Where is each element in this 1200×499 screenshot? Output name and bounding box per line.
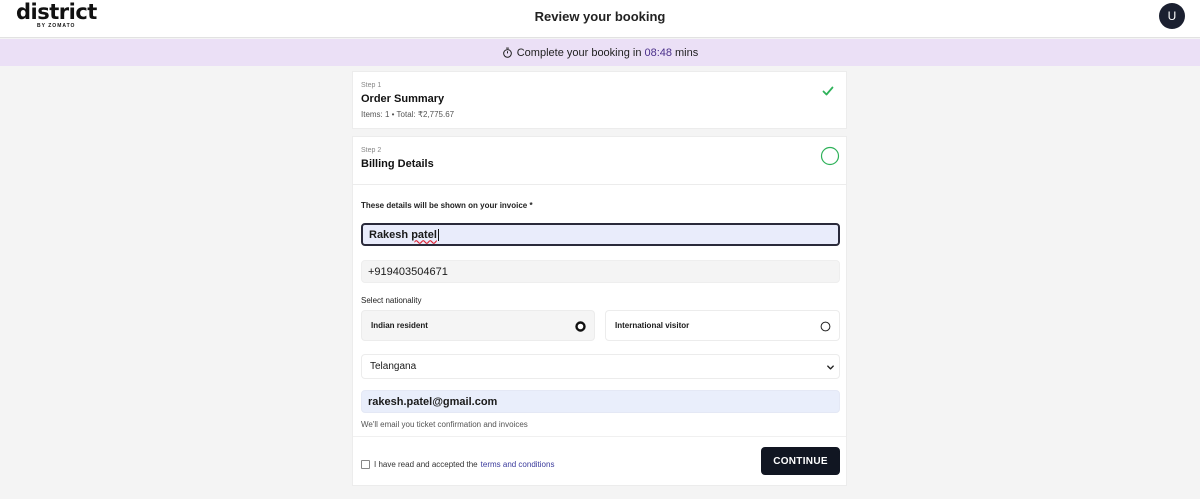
- progress-circle-icon: [820, 146, 840, 166]
- stopwatch-icon: [502, 47, 512, 58]
- step2-label: Step 2: [361, 147, 382, 154]
- radio-unselected-icon: [820, 321, 831, 332]
- radio-indian-label: Indian resident: [371, 321, 428, 330]
- order-summary-card[interactable]: Step 1 Order Summary Items: 1 • Total: ₹…: [352, 71, 847, 129]
- chevron-down-icon: [827, 365, 834, 370]
- step1-title: Order Summary: [361, 93, 445, 105]
- step1-label: Step 1: [361, 82, 382, 89]
- timer-countdown: 08:48: [644, 46, 673, 59]
- section-divider: [353, 184, 846, 185]
- email-input[interactable]: rakesh.patel@gmail.com: [361, 390, 840, 413]
- email-helper-text: We'll email you ticket confirmation and …: [361, 420, 528, 429]
- name-last: patel: [411, 228, 437, 241]
- step1-meta: Items: 1 • Total: ₹2,775.67: [361, 110, 455, 119]
- terms-text: I have read and accepted the: [374, 460, 478, 469]
- radio-intl-label: International visitor: [615, 321, 690, 330]
- timer-suffix: mins: [675, 46, 699, 59]
- name-first: Rakesh: [369, 228, 409, 241]
- billing-details-card: Step 2 Billing Details These details wil…: [352, 136, 847, 486]
- invoice-label: These details will be shown on your invo…: [361, 201, 533, 210]
- terms-checkbox[interactable]: [361, 460, 370, 469]
- terms-row: I have read and accepted the terms and c…: [361, 460, 554, 469]
- user-avatar[interactable]: U: [1159, 3, 1185, 29]
- top-header: district BY ZOMATO Review your booking U: [0, 0, 1200, 38]
- page-title: Review your booking: [534, 9, 666, 24]
- radio-selected-icon: [575, 321, 586, 332]
- state-value: Telangana: [370, 361, 417, 372]
- name-input[interactable]: Rakesh patel: [361, 223, 840, 246]
- terms-link[interactable]: terms and conditions: [481, 460, 555, 469]
- state-select[interactable]: Telangana: [361, 354, 840, 379]
- phone-input[interactable]: +919403504671: [361, 260, 840, 283]
- nationality-label: Select nationality: [361, 296, 422, 305]
- text-cursor: [437, 228, 439, 241]
- step2-title: Billing Details: [361, 158, 434, 170]
- timer-prefix: Complete your booking in: [516, 46, 642, 59]
- footer-divider: [353, 436, 846, 437]
- radio-international-visitor[interactable]: International visitor: [605, 310, 840, 341]
- continue-button[interactable]: CONTINUE: [761, 447, 840, 475]
- booking-timer-banner: Complete your booking in 08:48 mins: [0, 39, 1200, 66]
- radio-indian-resident[interactable]: Indian resident: [361, 310, 595, 341]
- checkmark-icon: [822, 86, 834, 96]
